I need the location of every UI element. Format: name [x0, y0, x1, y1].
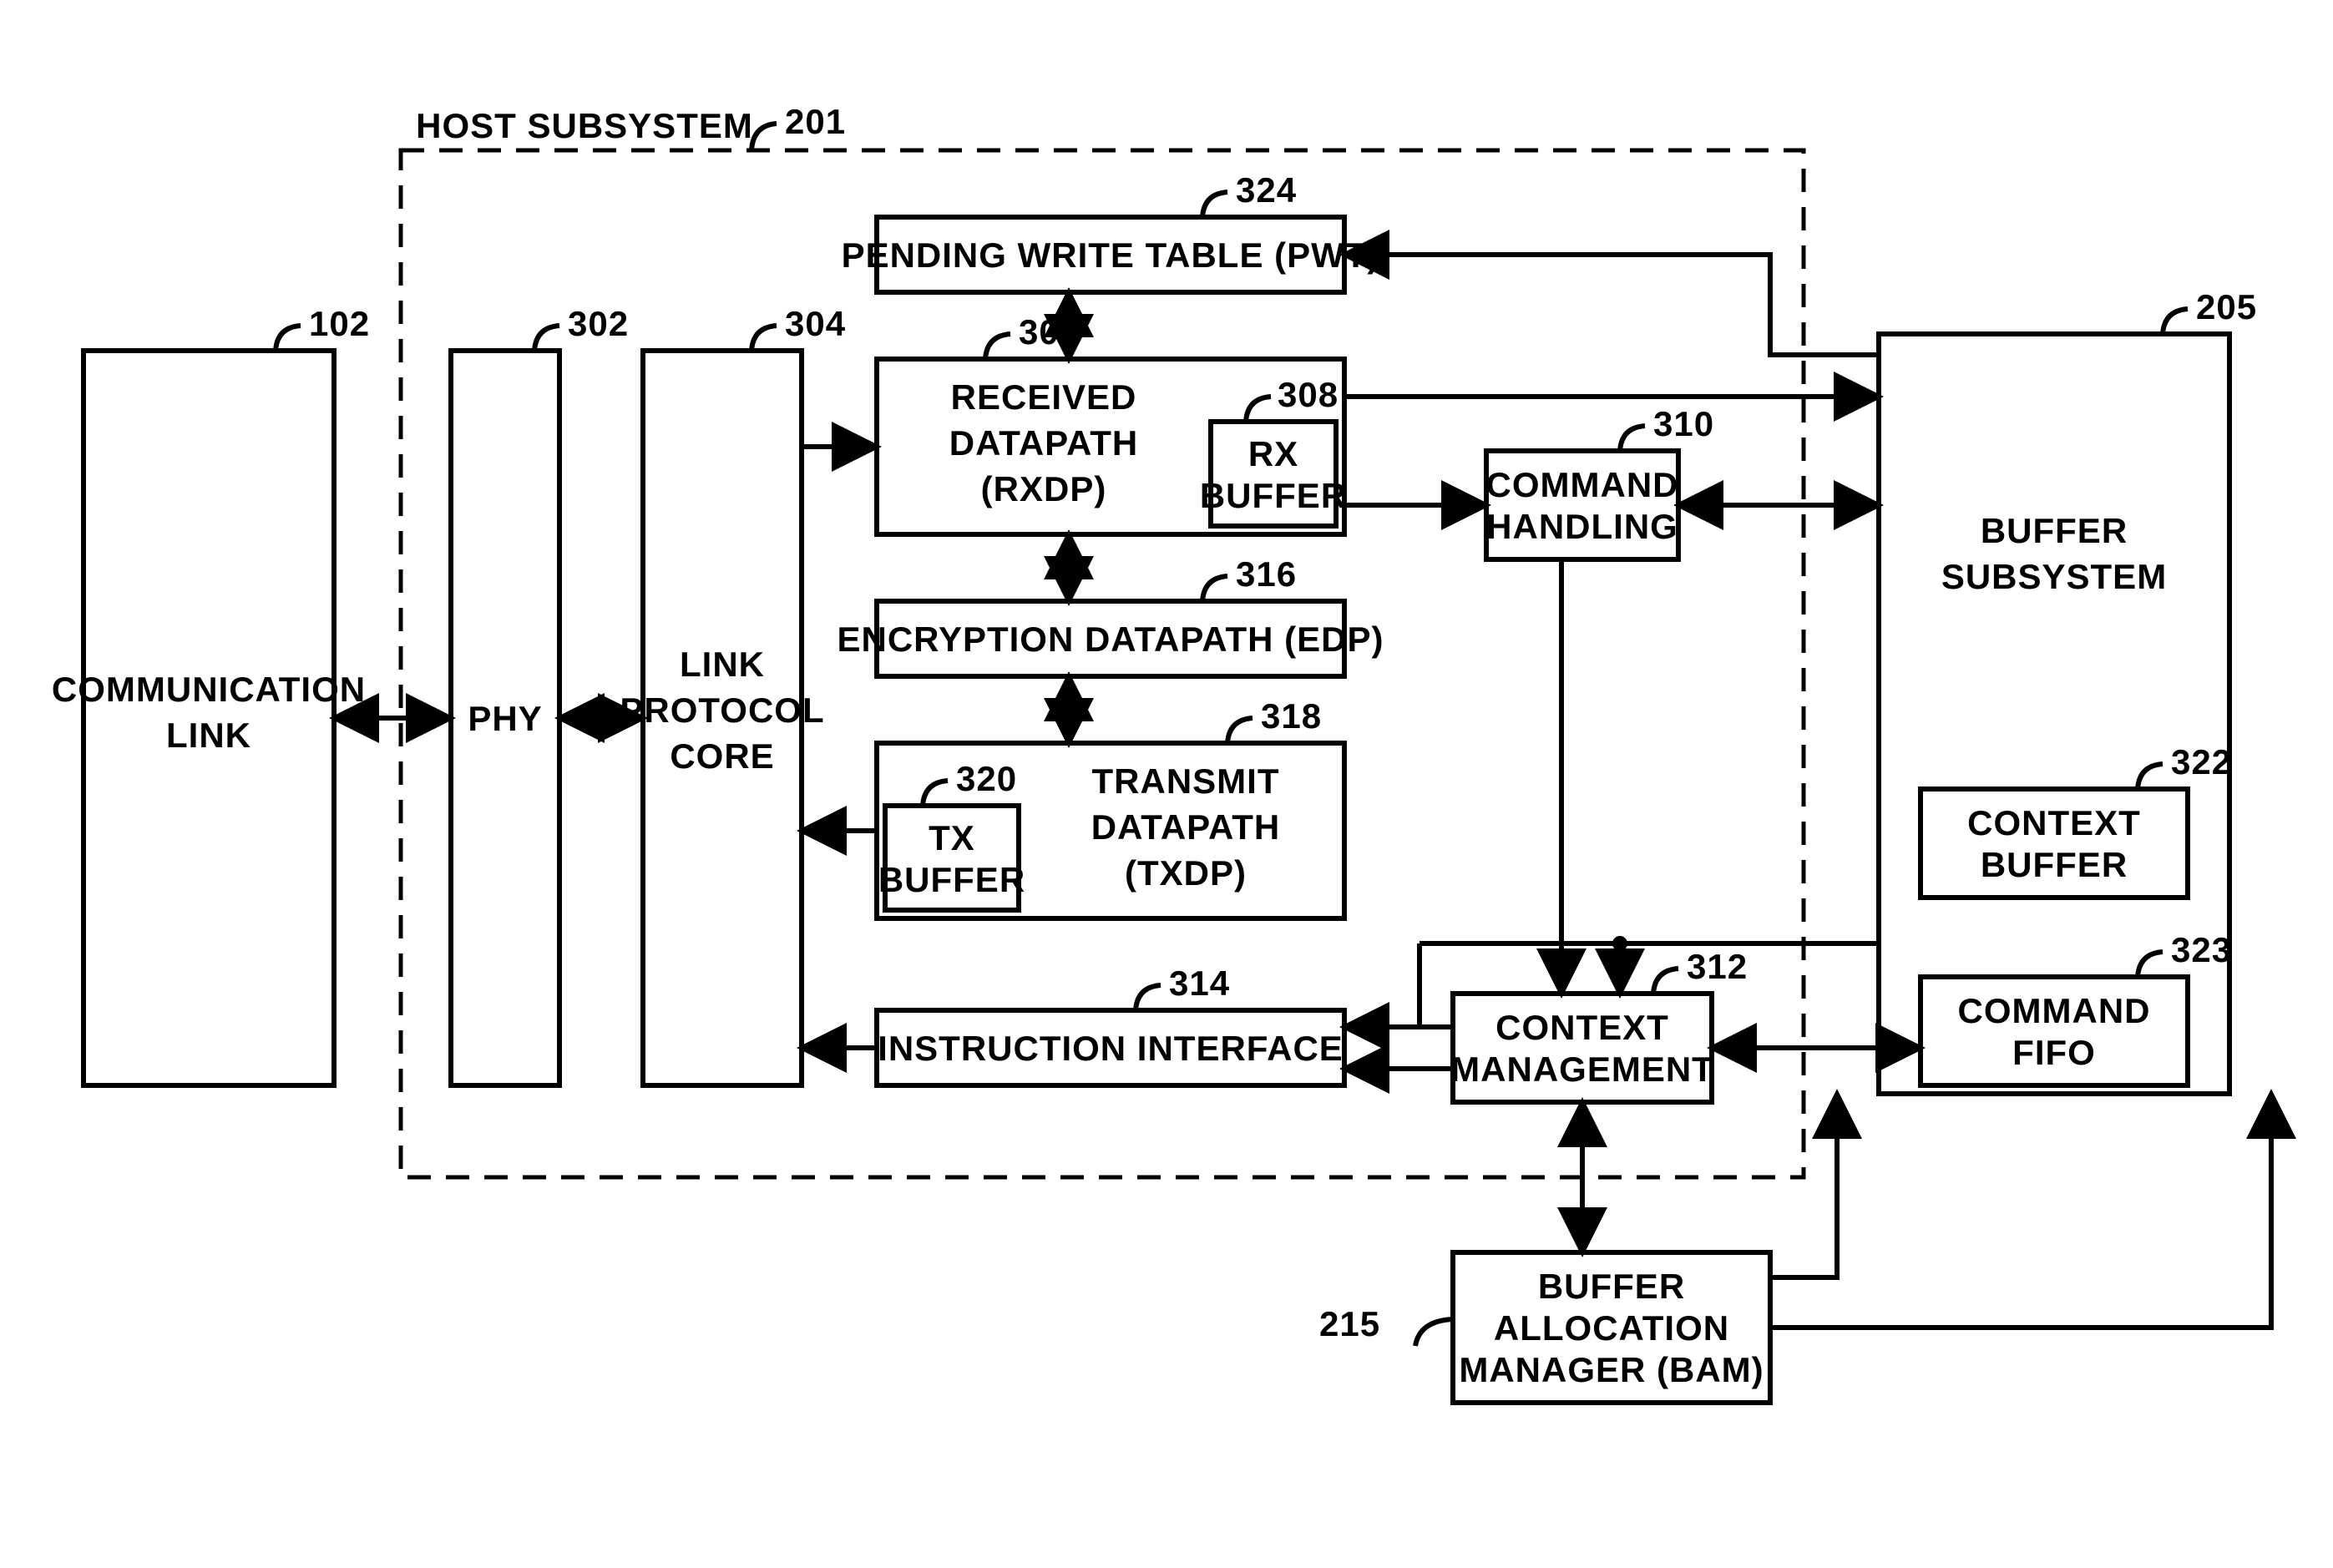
ref-318: 318 [1261, 696, 1322, 736]
ref-tick-205 [2163, 309, 2188, 334]
junction-dot [1612, 936, 1627, 951]
context-buffer-label1: CONTEXT [1967, 803, 2141, 842]
communication-link-label1: COMMUNICATION [52, 670, 366, 709]
txdp-label2: DATAPATH [1091, 807, 1281, 847]
communication-link-label2: LINK [166, 716, 251, 755]
rxdp-label2: DATAPATH [949, 423, 1139, 463]
host-subsystem-label: HOST SUBSYSTEM [416, 106, 753, 145]
ref-tick-310 [1620, 426, 1645, 451]
bam-label2: ALLOCATION [1494, 1308, 1729, 1348]
conn-bam-bufsub-left [1770, 1094, 1837, 1277]
ref-312: 312 [1687, 947, 1748, 986]
lpc-label2: PROTOCOL [620, 690, 824, 730]
ref-205: 205 [2196, 287, 2257, 326]
bam-label3: MANAGER (BAM) [1459, 1350, 1764, 1389]
ref-316: 316 [1236, 554, 1297, 594]
ref-tick-302 [534, 326, 559, 351]
ref-320: 320 [956, 759, 1017, 798]
ref-102: 102 [309, 304, 370, 343]
ref-tick-201 [752, 124, 777, 150]
buffer-subsystem-label1: BUFFER [1981, 511, 2128, 550]
ref-302: 302 [568, 304, 629, 343]
instruction-interface-label: INSTRUCTION INTERFACE [878, 1029, 1344, 1068]
pwt-label: PENDING WRITE TABLE (PWT) [842, 235, 1380, 275]
ref-tick-312 [1653, 969, 1678, 994]
command-fifo-label1: COMMAND [1958, 991, 2151, 1030]
ref-tick-102 [276, 326, 301, 351]
ref-tick-316 [1202, 576, 1227, 601]
ref-tick-304 [752, 326, 777, 351]
rxdp-label1: RECEIVED [951, 377, 1137, 417]
ref-322: 322 [2171, 742, 2232, 781]
edp-label: ENCRYPTION DATAPATH (EDP) [838, 620, 1384, 659]
rx-buffer-label1: RX [1248, 434, 1298, 473]
lpc-label3: CORE [670, 736, 774, 776]
txdp-label3: (TXDP) [1125, 853, 1247, 893]
conn-bufsub-pwt [1344, 255, 1879, 355]
ref-215: 215 [1319, 1304, 1380, 1343]
ref-tick-318 [1227, 718, 1253, 743]
ref-314: 314 [1169, 964, 1230, 1003]
command-fifo-label2: FIFO [2012, 1033, 2096, 1072]
conn-bam-bufsub-right [1770, 1094, 2271, 1328]
tx-buffer-label1: TX [929, 818, 975, 857]
command-handling-label1: COMMAND [1486, 465, 1679, 504]
context-buffer-label2: BUFFER [1981, 845, 2128, 884]
rxdp-label3: (RXDP) [981, 469, 1107, 508]
ref-tick-324 [1202, 192, 1227, 217]
lpc-label1: LINK [680, 645, 765, 684]
rx-buffer-label2: BUFFER [1200, 476, 1347, 515]
phy-label: PHY [468, 699, 542, 738]
ref-324: 324 [1236, 170, 1297, 210]
context-management-label1: CONTEXT [1495, 1008, 1669, 1047]
bam-label1: BUFFER [1538, 1267, 1685, 1306]
ref-323: 323 [2171, 930, 2232, 969]
buffer-subsystem-label2: SUBSYSTEM [1941, 557, 2167, 596]
ref-tick-215 [1415, 1319, 1453, 1346]
ref-308: 308 [1278, 375, 1339, 414]
ref-tick-306 [985, 334, 1010, 359]
tx-buffer-label2: BUFFER [878, 860, 1025, 899]
context-management-label2: MANAGEMENT [1450, 1050, 1714, 1089]
txdp-label1: TRANSMIT [1092, 761, 1280, 801]
ref-201: 201 [785, 102, 846, 141]
command-handling-label2: HANDLING [1486, 507, 1678, 546]
ref-310: 310 [1653, 404, 1714, 443]
ref-tick-314 [1136, 985, 1161, 1010]
ref-304: 304 [785, 304, 846, 343]
